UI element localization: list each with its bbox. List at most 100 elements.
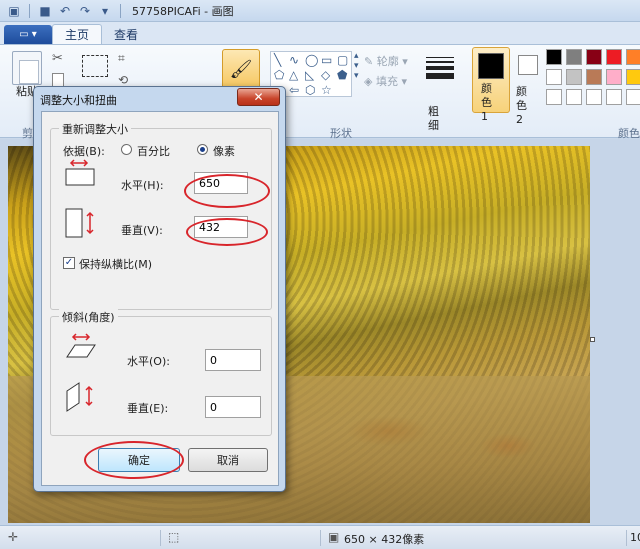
redo-icon[interactable]: ↷: [77, 3, 93, 19]
color-swatch[interactable]: [546, 69, 562, 85]
color-swatch[interactable]: [546, 89, 562, 105]
pentagon-shape-icon[interactable]: ⬟: [337, 68, 347, 82]
title-bar: ▣ ■ ↶ ↷ ▾ 57758PICAFi - 画图: [0, 0, 640, 22]
rounded-rect-shape-icon[interactable]: ▢: [337, 53, 348, 67]
thickness-icon[interactable]: [426, 57, 454, 82]
line-shape-icon[interactable]: ╲: [274, 53, 281, 67]
color1-label: 颜色 1: [481, 82, 492, 123]
divider: [160, 530, 161, 546]
color-swatch[interactable]: [606, 69, 622, 85]
star-shape-icon[interactable]: ☆: [321, 83, 332, 97]
color2-label[interactable]: 颜色 2: [516, 85, 530, 127]
brush-button[interactable]: 🖌: [222, 49, 260, 89]
color-swatch[interactable]: [566, 89, 582, 105]
vertical-skew-icon: [65, 379, 99, 416]
rectangle-shape-icon[interactable]: ▭: [321, 53, 332, 67]
color1-button[interactable]: 颜色 1: [472, 47, 510, 123]
hexagon-shape-icon[interactable]: ⬡: [305, 83, 315, 97]
vertical-input[interactable]: [194, 216, 248, 238]
resize-group-label: 重新调整大小: [59, 121, 131, 137]
color-swatch[interactable]: [626, 89, 640, 105]
keep-ratio-checkbox[interactable]: ✓: [63, 257, 75, 269]
undo-icon[interactable]: ↶: [57, 3, 73, 19]
horizontal-input[interactable]: [194, 172, 248, 194]
cut-icon[interactable]: ✂: [52, 51, 63, 66]
close-icon: ✕: [253, 90, 264, 104]
color-swatch[interactable]: [606, 49, 622, 65]
skew-horizontal-input[interactable]: [205, 349, 261, 371]
rotate-icon[interactable]: ⟲: [118, 73, 128, 87]
selection-size-icon: ⬚: [168, 530, 180, 544]
image-size-text: 650 × 432像素: [344, 533, 425, 546]
tab-home[interactable]: 主页: [52, 24, 103, 44]
basis-label: 依据(B):: [63, 145, 105, 158]
skew-group: 倾斜(角度) 水平(O): 垂直(E):: [50, 309, 272, 436]
color1-swatch: [478, 53, 504, 79]
tab-view[interactable]: 查看: [102, 24, 150, 44]
color-swatch[interactable]: [626, 49, 640, 65]
skew-group-label: 倾斜(角度): [59, 309, 118, 325]
pixels-radio[interactable]: [197, 144, 208, 155]
thickness-label[interactable]: 粗细: [428, 105, 442, 133]
ok-button[interactable]: 确定: [98, 448, 180, 472]
copy-icon[interactable]: [52, 73, 64, 87]
color-swatch[interactable]: [626, 69, 640, 85]
diamond-shape-icon[interactable]: ◇: [321, 68, 330, 82]
canvas-resize-handle[interactable]: [590, 337, 595, 342]
close-button[interactable]: ✕: [237, 88, 280, 106]
horizontal-label: 水平(H):: [121, 179, 164, 192]
horizontal-skew-icon: [65, 333, 99, 364]
brush-icon: 🖌: [229, 58, 253, 80]
cursor-position-icon: ✛: [8, 530, 19, 544]
outline-dropdown[interactable]: ✎ 轮廓 ▾: [364, 53, 408, 69]
paste-icon[interactable]: [12, 51, 42, 85]
pixels-label[interactable]: 像素: [213, 143, 235, 159]
dialog-body: 重新调整大小 依据(B): 百分比 像素 水平(H): 垂直(V): ✓ 保持纵…: [41, 111, 279, 486]
skew-vertical-label: 垂直(E):: [127, 402, 169, 415]
oval-shape-icon[interactable]: ◯: [305, 53, 318, 67]
dialog-title: 调整大小和扭曲: [40, 94, 117, 107]
left-arrow-shape-icon[interactable]: ⇦: [289, 83, 299, 97]
vertical-label: 垂直(V):: [121, 224, 163, 237]
color-swatch[interactable]: [586, 49, 602, 65]
zoom-text: 10: [630, 531, 640, 544]
color-swatch[interactable]: [566, 69, 582, 85]
divider: [320, 530, 321, 546]
color-swatch[interactable]: [586, 89, 602, 105]
polygon-shape-icon[interactable]: ⬠: [274, 68, 284, 82]
ribbon-tab-row: ▭ ▾ 主页 查看: [0, 22, 640, 44]
color-swatch[interactable]: [606, 89, 622, 105]
color-swatch[interactable]: [586, 69, 602, 85]
fill-dropdown[interactable]: ◈ 填充 ▾: [364, 73, 407, 89]
resize-group: 重新调整大小 依据(B): 百分比 像素 水平(H): 垂直(V): ✓ 保持纵…: [50, 121, 272, 310]
percent-label[interactable]: 百分比: [137, 143, 170, 159]
status-bar: ✛ ⬚ ▣ 650 × 432像素 10: [0, 525, 640, 549]
customize-dropdown-icon[interactable]: ▾: [97, 3, 113, 19]
cancel-button[interactable]: 取消: [188, 448, 268, 472]
resize-skew-dialog: 调整大小和扭曲 ✕ 重新调整大小 依据(B): 百分比 像素 水平(H): 垂直…: [33, 86, 286, 492]
percent-radio[interactable]: [121, 144, 132, 155]
save-icon[interactable]: ■: [37, 3, 53, 19]
select-icon[interactable]: [82, 55, 108, 77]
color-swatch[interactable]: [546, 49, 562, 65]
horizontal-resize-icon: [63, 159, 97, 190]
color2-swatch[interactable]: [518, 55, 538, 75]
keep-ratio-label[interactable]: 保持纵横比(M): [79, 256, 152, 272]
outline-label: 轮廓: [376, 55, 399, 68]
fill-label: 填充: [375, 75, 398, 88]
image-size-icon: ▣: [328, 530, 340, 544]
color-swatch[interactable]: [566, 49, 582, 65]
shapes-scroll-icon[interactable]: ▴ ▾ ▾: [354, 51, 359, 81]
divider: [626, 530, 627, 546]
divider: [120, 3, 121, 18]
curve-shape-icon[interactable]: ∿: [289, 53, 299, 67]
skew-vertical-input[interactable]: [205, 396, 261, 418]
triangle-shape-icon[interactable]: △: [289, 68, 298, 82]
divider: [29, 3, 30, 18]
crop-icon[interactable]: ⌗: [118, 51, 125, 66]
app-menu-icon[interactable]: ▣: [6, 3, 22, 19]
window-title: 57758PICAFi - 画图: [132, 4, 234, 18]
skew-horizontal-label: 水平(O):: [127, 355, 170, 368]
right-triangle-shape-icon[interactable]: ◺: [305, 68, 314, 82]
file-menu-button[interactable]: ▭ ▾: [4, 25, 52, 44]
